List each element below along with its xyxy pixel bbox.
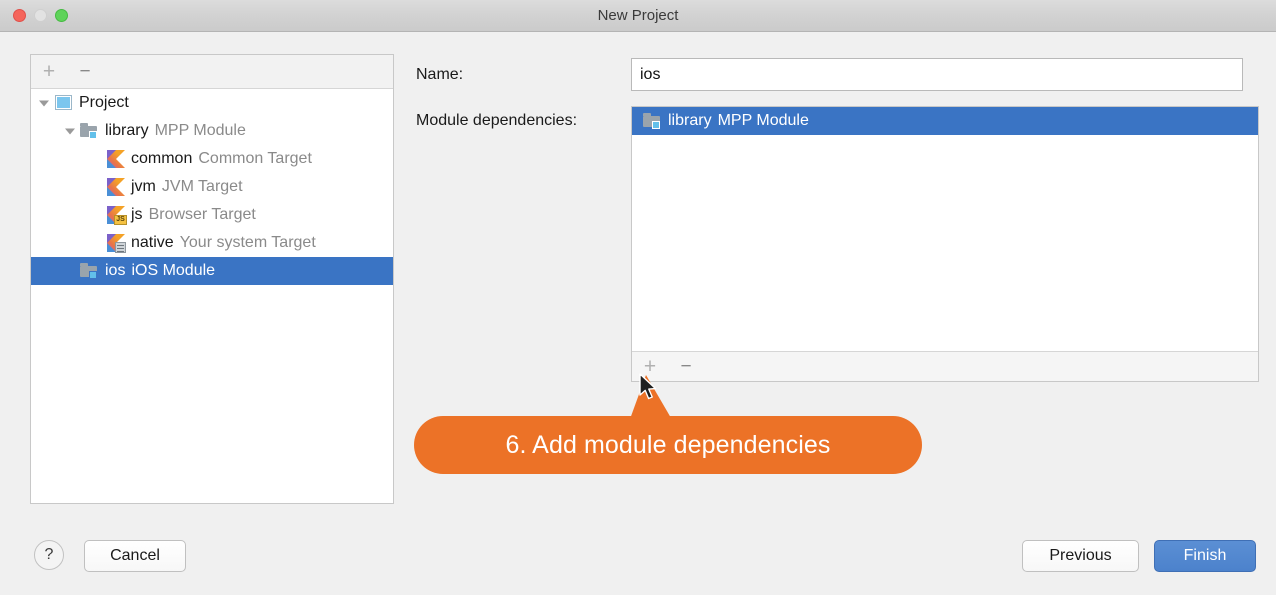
- expand-triangle-icon[interactable]: [61, 122, 79, 140]
- tree-toolbar: + −: [31, 55, 393, 89]
- tree-row[interactable]: JS js Browser Target: [31, 201, 393, 229]
- expand-triangle-icon[interactable]: [35, 94, 53, 112]
- dependency-description: MPP Module: [717, 112, 809, 129]
- kotlin-icon: [105, 177, 127, 197]
- module-folder-icon: [79, 261, 101, 281]
- previous-button[interactable]: Previous: [1022, 540, 1139, 572]
- tree-item-name: Project: [79, 94, 129, 111]
- annotation-callout: 6. Add module dependencies: [414, 375, 934, 478]
- cancel-button[interactable]: Cancel: [84, 540, 186, 572]
- new-project-dialog: New Project + − Project library MPP Module…: [0, 0, 1276, 595]
- module-dependencies-label: Module dependencies:: [416, 112, 578, 129]
- tree-item-name: library: [105, 122, 149, 139]
- tree-row[interactable]: jvm JVM Target: [31, 173, 393, 201]
- dependency-row[interactable]: library MPP Module: [632, 107, 1258, 135]
- tree-item-description: iOS Module: [131, 262, 216, 279]
- callout-bubble: 6. Add module dependencies: [414, 416, 922, 474]
- module-dependencies-panel: library MPP Module + −: [631, 106, 1259, 382]
- tree-item-description: MPP Module: [154, 122, 246, 139]
- tree-body: Project library MPP Module common Common Tar…: [31, 89, 393, 503]
- project-icon: [53, 93, 75, 113]
- kotlin-native-icon: [105, 233, 127, 253]
- titlebar: New Project: [0, 0, 1276, 32]
- dependencies-toolbar: + −: [632, 351, 1258, 381]
- remove-dependency-button[interactable]: −: [668, 352, 704, 381]
- help-button[interactable]: ?: [34, 540, 64, 570]
- kotlin-icon: [105, 149, 127, 169]
- finish-button[interactable]: Finish: [1154, 540, 1256, 572]
- tree-item-name: native: [131, 234, 174, 251]
- tree-item-name: js: [131, 206, 143, 223]
- tree-row[interactable]: Project: [31, 89, 393, 117]
- add-module-button[interactable]: +: [31, 55, 67, 88]
- project-structure-tree-panel: + − Project library MPP Module common Common…: [30, 54, 394, 504]
- module-dependencies-list[interactable]: library MPP Module: [632, 107, 1258, 351]
- tree-row[interactable]: common Common Target: [31, 145, 393, 173]
- tree-item-name: common: [131, 150, 193, 167]
- remove-module-button[interactable]: −: [67, 55, 103, 88]
- name-input[interactable]: [631, 58, 1243, 91]
- module-folder-icon: [79, 121, 101, 141]
- tree-item-description: JVM Target: [161, 178, 243, 195]
- tree-item-description: Browser Target: [148, 206, 256, 223]
- tree-item-name: ios: [105, 262, 126, 279]
- name-label: Name:: [416, 66, 464, 83]
- window-title: New Project: [597, 7, 679, 24]
- tree-row[interactable]: native Your system Target: [31, 229, 393, 257]
- tree-item-description: Common Target: [198, 150, 312, 167]
- kotlin-js-icon: JS: [105, 205, 127, 225]
- tree-item-description: Your system Target: [179, 234, 316, 251]
- module-folder-icon: [642, 111, 664, 131]
- tree-row[interactable]: library MPP Module: [31, 117, 393, 145]
- tree-item-name: jvm: [131, 178, 156, 195]
- dependency-name: library: [668, 112, 712, 129]
- tree-row[interactable]: ios iOS Module: [31, 257, 393, 285]
- mouse-cursor-icon: [639, 373, 657, 400]
